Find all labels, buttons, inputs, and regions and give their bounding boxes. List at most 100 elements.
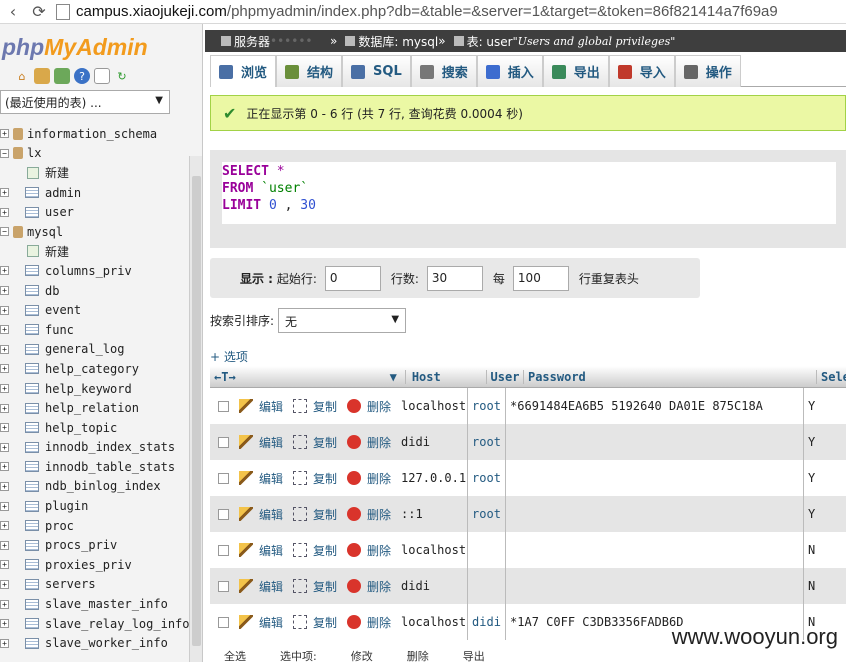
row-count-input[interactable]: 30 xyxy=(426,265,483,291)
expand-icon[interactable]: + xyxy=(0,384,9,394)
tab-3[interactable]: 搜索 xyxy=(410,55,477,87)
sql-code[interactable]: SELECT * FROM `user` LIMIT 0 , 30 xyxy=(222,162,836,224)
tree-item-table[interactable]: + plugin xyxy=(0,496,190,516)
expand-icon[interactable]: + xyxy=(0,207,9,217)
tree-item-table[interactable]: + ndb_binlog_index xyxy=(0,477,190,497)
edit-action[interactable]: 编辑 xyxy=(239,614,283,631)
tree-item-table[interactable]: + help_category xyxy=(0,359,190,379)
expand-icon[interactable]: + xyxy=(0,501,9,511)
edit-action[interactable]: 编辑 xyxy=(239,398,283,415)
tree-item-table[interactable]: + help_relation xyxy=(0,398,190,418)
delete-action[interactable]: 删除 xyxy=(347,506,391,523)
expand-icon[interactable]: + xyxy=(0,364,9,374)
expand-icon[interactable]: + xyxy=(0,560,9,570)
expand-icon[interactable]: + xyxy=(0,579,9,589)
column-toggle-arrows[interactable]: ←T→ xyxy=(210,370,289,384)
tree-item-table[interactable]: + event xyxy=(0,300,190,320)
tree-item-table[interactable]: + proxies_priv xyxy=(0,555,190,575)
expand-icon[interactable]: + xyxy=(0,344,9,354)
tree-item-table[interactable]: + servers xyxy=(0,575,190,595)
tree-item-db[interactable]: − lx xyxy=(0,144,190,164)
breadcrumb-database[interactable]: 数据库: mysql xyxy=(358,33,438,50)
tab-6[interactable]: 导入 xyxy=(608,55,675,87)
tree-item-table[interactable]: + db xyxy=(0,281,190,301)
bulk-action-4[interactable]: 导出 xyxy=(463,648,485,663)
edit-action[interactable]: 编辑 xyxy=(239,506,283,523)
expand-icon[interactable]: + xyxy=(0,638,9,648)
bulk-action-2[interactable]: 修改 xyxy=(351,648,373,663)
bulk-action-1[interactable]: 选中项: xyxy=(280,648,317,663)
delete-action[interactable]: 删除 xyxy=(347,542,391,559)
bulk-action-0[interactable]: 全选 xyxy=(224,648,246,663)
column-header-select-priv[interactable]: Sele xyxy=(816,369,846,384)
tree-item-table[interactable]: + general_log xyxy=(0,340,190,360)
row-checkbox[interactable] xyxy=(218,436,229,448)
tree-item-new[interactable]: 新建 xyxy=(0,242,190,262)
query-window-icon[interactable] xyxy=(54,68,70,84)
row-checkbox[interactable] xyxy=(218,472,229,484)
home-icon[interactable]: ⌂ xyxy=(14,68,30,84)
tree-item-table[interactable]: + slave_master_info xyxy=(0,594,190,614)
expand-icon[interactable]: + xyxy=(0,540,9,550)
sidebar-scrollbar[interactable] xyxy=(189,156,202,662)
breadcrumb-server[interactable]: 服务器 xyxy=(234,33,270,50)
bulk-action-3[interactable]: 删除 xyxy=(407,648,429,663)
tree-item-table[interactable]: + help_keyword xyxy=(0,379,190,399)
tree-item-db[interactable]: + information_schema xyxy=(0,124,190,144)
sort-by-key-select[interactable]: 无 ▼ xyxy=(278,308,407,333)
expand-icon[interactable]: + xyxy=(0,599,9,609)
delete-action[interactable]: 删除 xyxy=(347,470,391,487)
tree-item-table[interactable]: + help_topic xyxy=(0,418,190,438)
expand-icon[interactable]: + xyxy=(0,325,9,335)
tab-1[interactable]: 结构 xyxy=(276,55,343,87)
docs-icon[interactable] xyxy=(94,68,110,84)
tree-item-table[interactable]: + innodb_table_stats xyxy=(0,457,190,477)
help-icon[interactable]: ? xyxy=(74,68,90,84)
tab-2[interactable]: SQL xyxy=(342,55,411,87)
breadcrumb-table[interactable]: 表: user xyxy=(467,33,513,50)
row-checkbox[interactable] xyxy=(218,544,229,556)
expand-icon[interactable]: + xyxy=(0,129,9,139)
expand-icon[interactable]: − xyxy=(0,148,9,158)
tree-item-table[interactable]: + func xyxy=(0,320,190,340)
recent-tables-select[interactable]: (最近使用的表) ... ▼ xyxy=(0,90,170,114)
sort-down-icon[interactable]: ▼ xyxy=(289,370,405,384)
back-icon[interactable]: ‹ xyxy=(0,2,26,21)
tree-item-db[interactable]: − mysql xyxy=(0,222,190,242)
expand-icon[interactable]: + xyxy=(0,403,9,413)
expand-icon[interactable]: + xyxy=(0,442,9,452)
column-header-user[interactable]: User xyxy=(485,369,523,384)
expand-icon[interactable]: + xyxy=(0,521,9,531)
repeat-header-input[interactable]: 100 xyxy=(512,265,569,291)
delete-action[interactable]: 删除 xyxy=(347,614,391,631)
copy-action[interactable]: 复制 xyxy=(293,578,337,595)
reload-icon[interactable]: ⟳ xyxy=(26,2,52,21)
tab-7[interactable]: 操作 xyxy=(674,55,741,87)
expand-icon[interactable]: + xyxy=(0,286,9,296)
scrollbar-thumb[interactable] xyxy=(192,176,201,646)
url-field[interactable]: campus.xiaojukeji.com/phpmyadmin/index.p… xyxy=(76,3,778,20)
row-checkbox[interactable] xyxy=(218,508,229,520)
tree-item-table[interactable]: + admin xyxy=(0,183,190,203)
edit-action[interactable]: 编辑 xyxy=(239,434,283,451)
expand-icon[interactable]: + xyxy=(0,462,9,472)
copy-action[interactable]: 复制 xyxy=(293,434,337,451)
row-checkbox[interactable] xyxy=(218,580,229,592)
copy-action[interactable]: 复制 xyxy=(293,470,337,487)
edit-action[interactable]: 编辑 xyxy=(239,470,283,487)
expand-icon[interactable]: + xyxy=(0,423,9,433)
copy-action[interactable]: 复制 xyxy=(293,398,337,415)
tree-item-table[interactable]: + user xyxy=(0,202,190,222)
tree-item-table[interactable]: + slave_relay_log_info xyxy=(0,614,190,634)
tab-4[interactable]: 插入 xyxy=(476,55,543,87)
tree-item-table[interactable]: + columns_priv xyxy=(0,261,190,281)
phpmyadmin-logo[interactable]: phpMyAdmin xyxy=(2,34,148,61)
row-checkbox[interactable] xyxy=(218,400,229,412)
expand-icon[interactable]: + xyxy=(0,481,9,491)
tab-0[interactable]: 浏览 xyxy=(210,55,277,87)
expand-icon[interactable]: − xyxy=(0,227,9,237)
column-header-host[interactable]: Host xyxy=(404,369,486,384)
expand-icon[interactable]: + xyxy=(0,619,9,629)
tab-5[interactable]: 导出 xyxy=(542,55,609,87)
delete-action[interactable]: 删除 xyxy=(347,434,391,451)
